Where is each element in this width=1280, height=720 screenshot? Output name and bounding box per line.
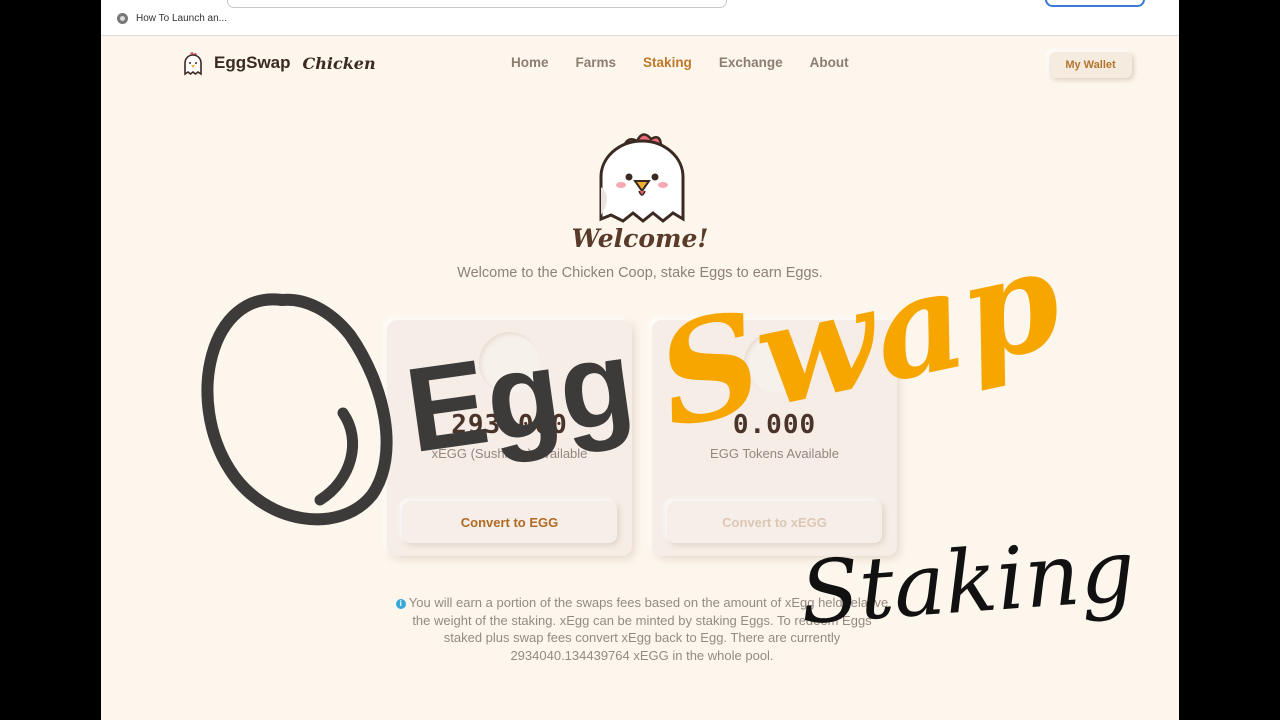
nav-home[interactable]: Home (511, 55, 549, 70)
xegg-token-icon (479, 332, 541, 394)
my-wallet-button[interactable]: My Wallet (1049, 52, 1132, 78)
nav-exchange[interactable]: Exchange (719, 55, 783, 70)
browser-toolbar: How To Launch an... (101, 0, 1179, 36)
egg-token-icon (744, 332, 806, 394)
browser-profile-button[interactable] (1045, 0, 1145, 7)
convert-to-xegg-button[interactable]: Convert to xEGG (667, 501, 882, 543)
bookmark-item[interactable]: How To Launch an... (117, 13, 227, 24)
chicken-mascot-icon (599, 133, 685, 223)
convert-to-egg-button[interactable]: Convert to EGG (402, 501, 617, 543)
staking-info: i You will earn a portion of the swaps fe… (392, 594, 892, 664)
welcome-subtitle: Welcome to the Chicken Coop, stake Eggs … (457, 265, 823, 281)
egg-amount: 0.000 (732, 410, 817, 440)
nav-staking[interactable]: Staking (643, 55, 692, 70)
egg-label: EGG Tokens Available (710, 446, 839, 461)
info-icon: i (395, 599, 406, 609)
staking-info-text: You will earn a portion of the swaps fee… (408, 595, 889, 663)
bookmark-label: How To Launch an... (136, 13, 227, 24)
address-bar[interactable] (227, 0, 727, 8)
xegg-balance-card: 293.000 xEGG (SushiBar) Available Conver… (387, 320, 632, 556)
chicken-logo-icon (184, 52, 202, 76)
bookmark-favicon-icon (117, 13, 128, 24)
xegg-amount: 293.000 (451, 410, 568, 440)
nav-farms[interactable]: Farms (576, 55, 617, 70)
brand-logo[interactable]: EggSwap Chicken (180, 50, 376, 76)
nav-about[interactable]: About (810, 55, 849, 70)
navbar: EggSwap Chicken Home Farms Staking Excha… (101, 36, 1179, 92)
browser-viewport: How To Launch an... EggSwap Chicken Home… (101, 0, 1179, 720)
main-nav: Home Farms Staking Exchange About (511, 55, 849, 70)
egg-balance-card: 0.000 EGG Tokens Available Convert to xE… (652, 320, 897, 556)
welcome-title: Welcome! (571, 224, 709, 253)
xegg-label: xEGG (SushiBar) Available (431, 446, 588, 461)
brand-subtitle: Chicken (302, 53, 376, 73)
brand-name: EggSwap (214, 53, 291, 72)
